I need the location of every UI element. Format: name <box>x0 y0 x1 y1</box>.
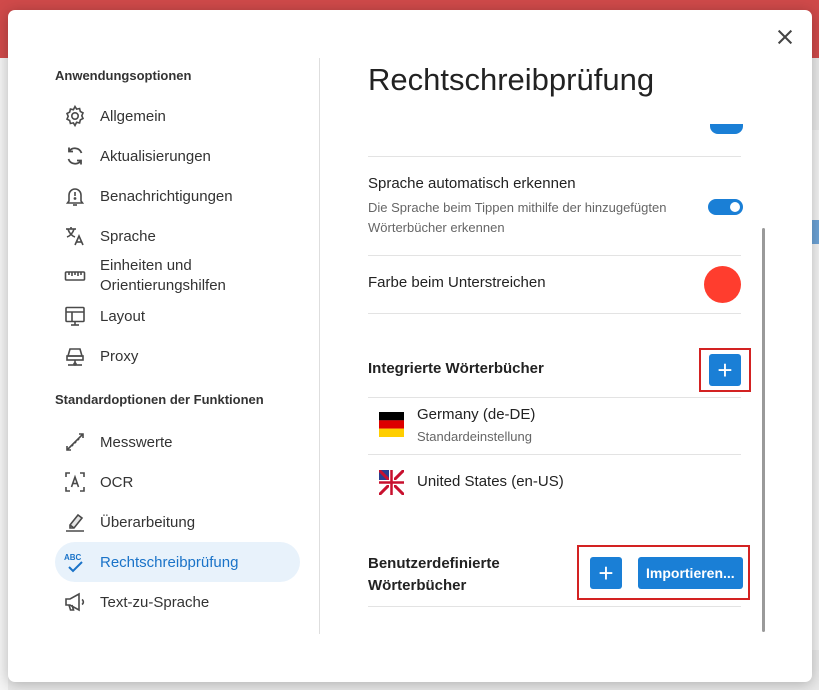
nav-item-layout[interactable]: Layout <box>55 296 300 336</box>
network-icon <box>66 348 84 366</box>
import-dictionary-button[interactable]: Importieren... <box>638 557 743 589</box>
auto-detect-toggle[interactable] <box>708 199 743 215</box>
nav-item-units[interactable]: Einheiten und Orientierungshilfen <box>55 256 300 296</box>
row-divider <box>368 454 741 455</box>
background-left-edge <box>0 58 8 690</box>
custom-dictionaries-heading: Benutzerdefinierte Wörterbücher <box>368 553 500 597</box>
nav-item-label: OCR <box>100 473 134 491</box>
content-scrollbar[interactable] <box>762 228 765 632</box>
underline-color-label: Farbe beim Unterstreichen <box>368 274 546 291</box>
nav-item-label: Benachrichtigungen <box>100 187 233 205</box>
nav-item-label-line1: Einheiten und <box>100 257 192 274</box>
builtin-dictionaries-heading: Integrierte Wörterbücher <box>368 360 544 377</box>
nav-item-label: Layout <box>100 307 146 325</box>
add-builtin-dictionary-button[interactable]: + <box>709 354 741 386</box>
layout-icon <box>65 306 85 326</box>
nav-item-redaction[interactable]: Überarbeitung <box>55 502 300 542</box>
row-divider <box>368 156 741 157</box>
settings-dialog: Anwendungsoptionen Allgemein Aktualisier… <box>8 10 812 682</box>
refresh-icon <box>67 147 83 165</box>
us-flag-icon <box>379 470 404 495</box>
nav-item-general[interactable]: Allgemein <box>55 96 300 136</box>
auto-detect-description: Die Sprache beim Tippen mithilfe der hin… <box>368 198 666 238</box>
row-divider <box>368 313 741 314</box>
custom-heading-line1: Benutzerdefinierte <box>368 555 500 572</box>
ruler-icon <box>64 271 86 281</box>
dictionary-name: United States (en-US) <box>417 473 564 490</box>
eraser-icon <box>66 513 84 532</box>
toggle-knob <box>730 202 740 212</box>
row-divider <box>368 255 741 256</box>
nav-item-language[interactable]: Sprache <box>55 216 300 256</box>
dictionary-default-note: Standardeinstellung <box>417 429 532 444</box>
settings-nav: Anwendungsoptionen Allgemein Aktualisier… <box>55 66 300 622</box>
nav-item-label: Überarbeitung <box>100 513 196 531</box>
nav-item-label: Proxy <box>100 347 139 365</box>
spellcheck-icon: ABC <box>64 553 83 573</box>
nav-item-label: Text-zu-Sprache <box>100 593 210 611</box>
nav-item-notifications[interactable]: Benachrichtigungen <box>55 176 300 216</box>
row-divider <box>368 397 741 398</box>
nav-section-app-options: Anwendungsoptionen <box>55 68 192 83</box>
nav-item-label: Allgemein <box>100 107 166 125</box>
measure-icon <box>66 433 84 451</box>
nav-item-updates[interactable]: Aktualisierungen <box>55 136 300 176</box>
translate-icon <box>66 227 84 246</box>
megaphone-icon <box>65 592 85 612</box>
nav-item-proxy[interactable]: Proxy <box>55 336 300 376</box>
nav-divider <box>319 58 320 634</box>
nav-item-label: Einheiten und Orientierungshilfen <box>100 256 226 296</box>
nav-item-label: Rechtschreibprüfung <box>100 553 239 571</box>
nav-item-measurements[interactable]: Messwerte <box>55 422 300 462</box>
custom-heading-line2: Wörterbücher <box>368 577 467 594</box>
partial-toggle-scrolled[interactable] <box>710 124 743 134</box>
svg-text:ABC: ABC <box>64 553 82 562</box>
nav-item-label: Sprache <box>100 227 156 245</box>
nav-item-label: Messwerte <box>100 433 173 451</box>
bell-alert-icon <box>65 188 85 206</box>
auto-detect-desc-line2: Wörterbücher erkennen <box>368 220 505 235</box>
nav-item-label: Aktualisierungen <box>100 147 211 165</box>
underline-color-swatch[interactable] <box>704 266 741 303</box>
nav-item-text-to-speech[interactable]: Text-zu-Sprache <box>55 582 300 622</box>
de-flag-icon <box>379 412 404 437</box>
close-icon[interactable] <box>774 26 796 48</box>
auto-detect-desc-line1: Die Sprache beim Tippen mithilfe der hin… <box>368 200 667 215</box>
nav-item-spellcheck[interactable]: ABC Rechtschreibprüfung <box>55 542 300 582</box>
nav-item-ocr[interactable]: OCR <box>55 462 300 502</box>
row-divider <box>368 606 741 607</box>
nav-item-label-line2: Orientierungshilfen <box>100 277 226 294</box>
gear-icon <box>65 104 85 128</box>
page-title: Rechtschreibprüfung <box>368 62 655 97</box>
nav-section-feature-defaults: Standardoptionen der Funktionen <box>55 392 264 407</box>
dictionary-name: Germany (de-DE) <box>417 406 536 423</box>
add-custom-dictionary-button[interactable]: + <box>590 557 622 589</box>
ocr-icon <box>65 472 85 492</box>
auto-detect-label: Sprache automatisch erkennen <box>368 175 576 192</box>
